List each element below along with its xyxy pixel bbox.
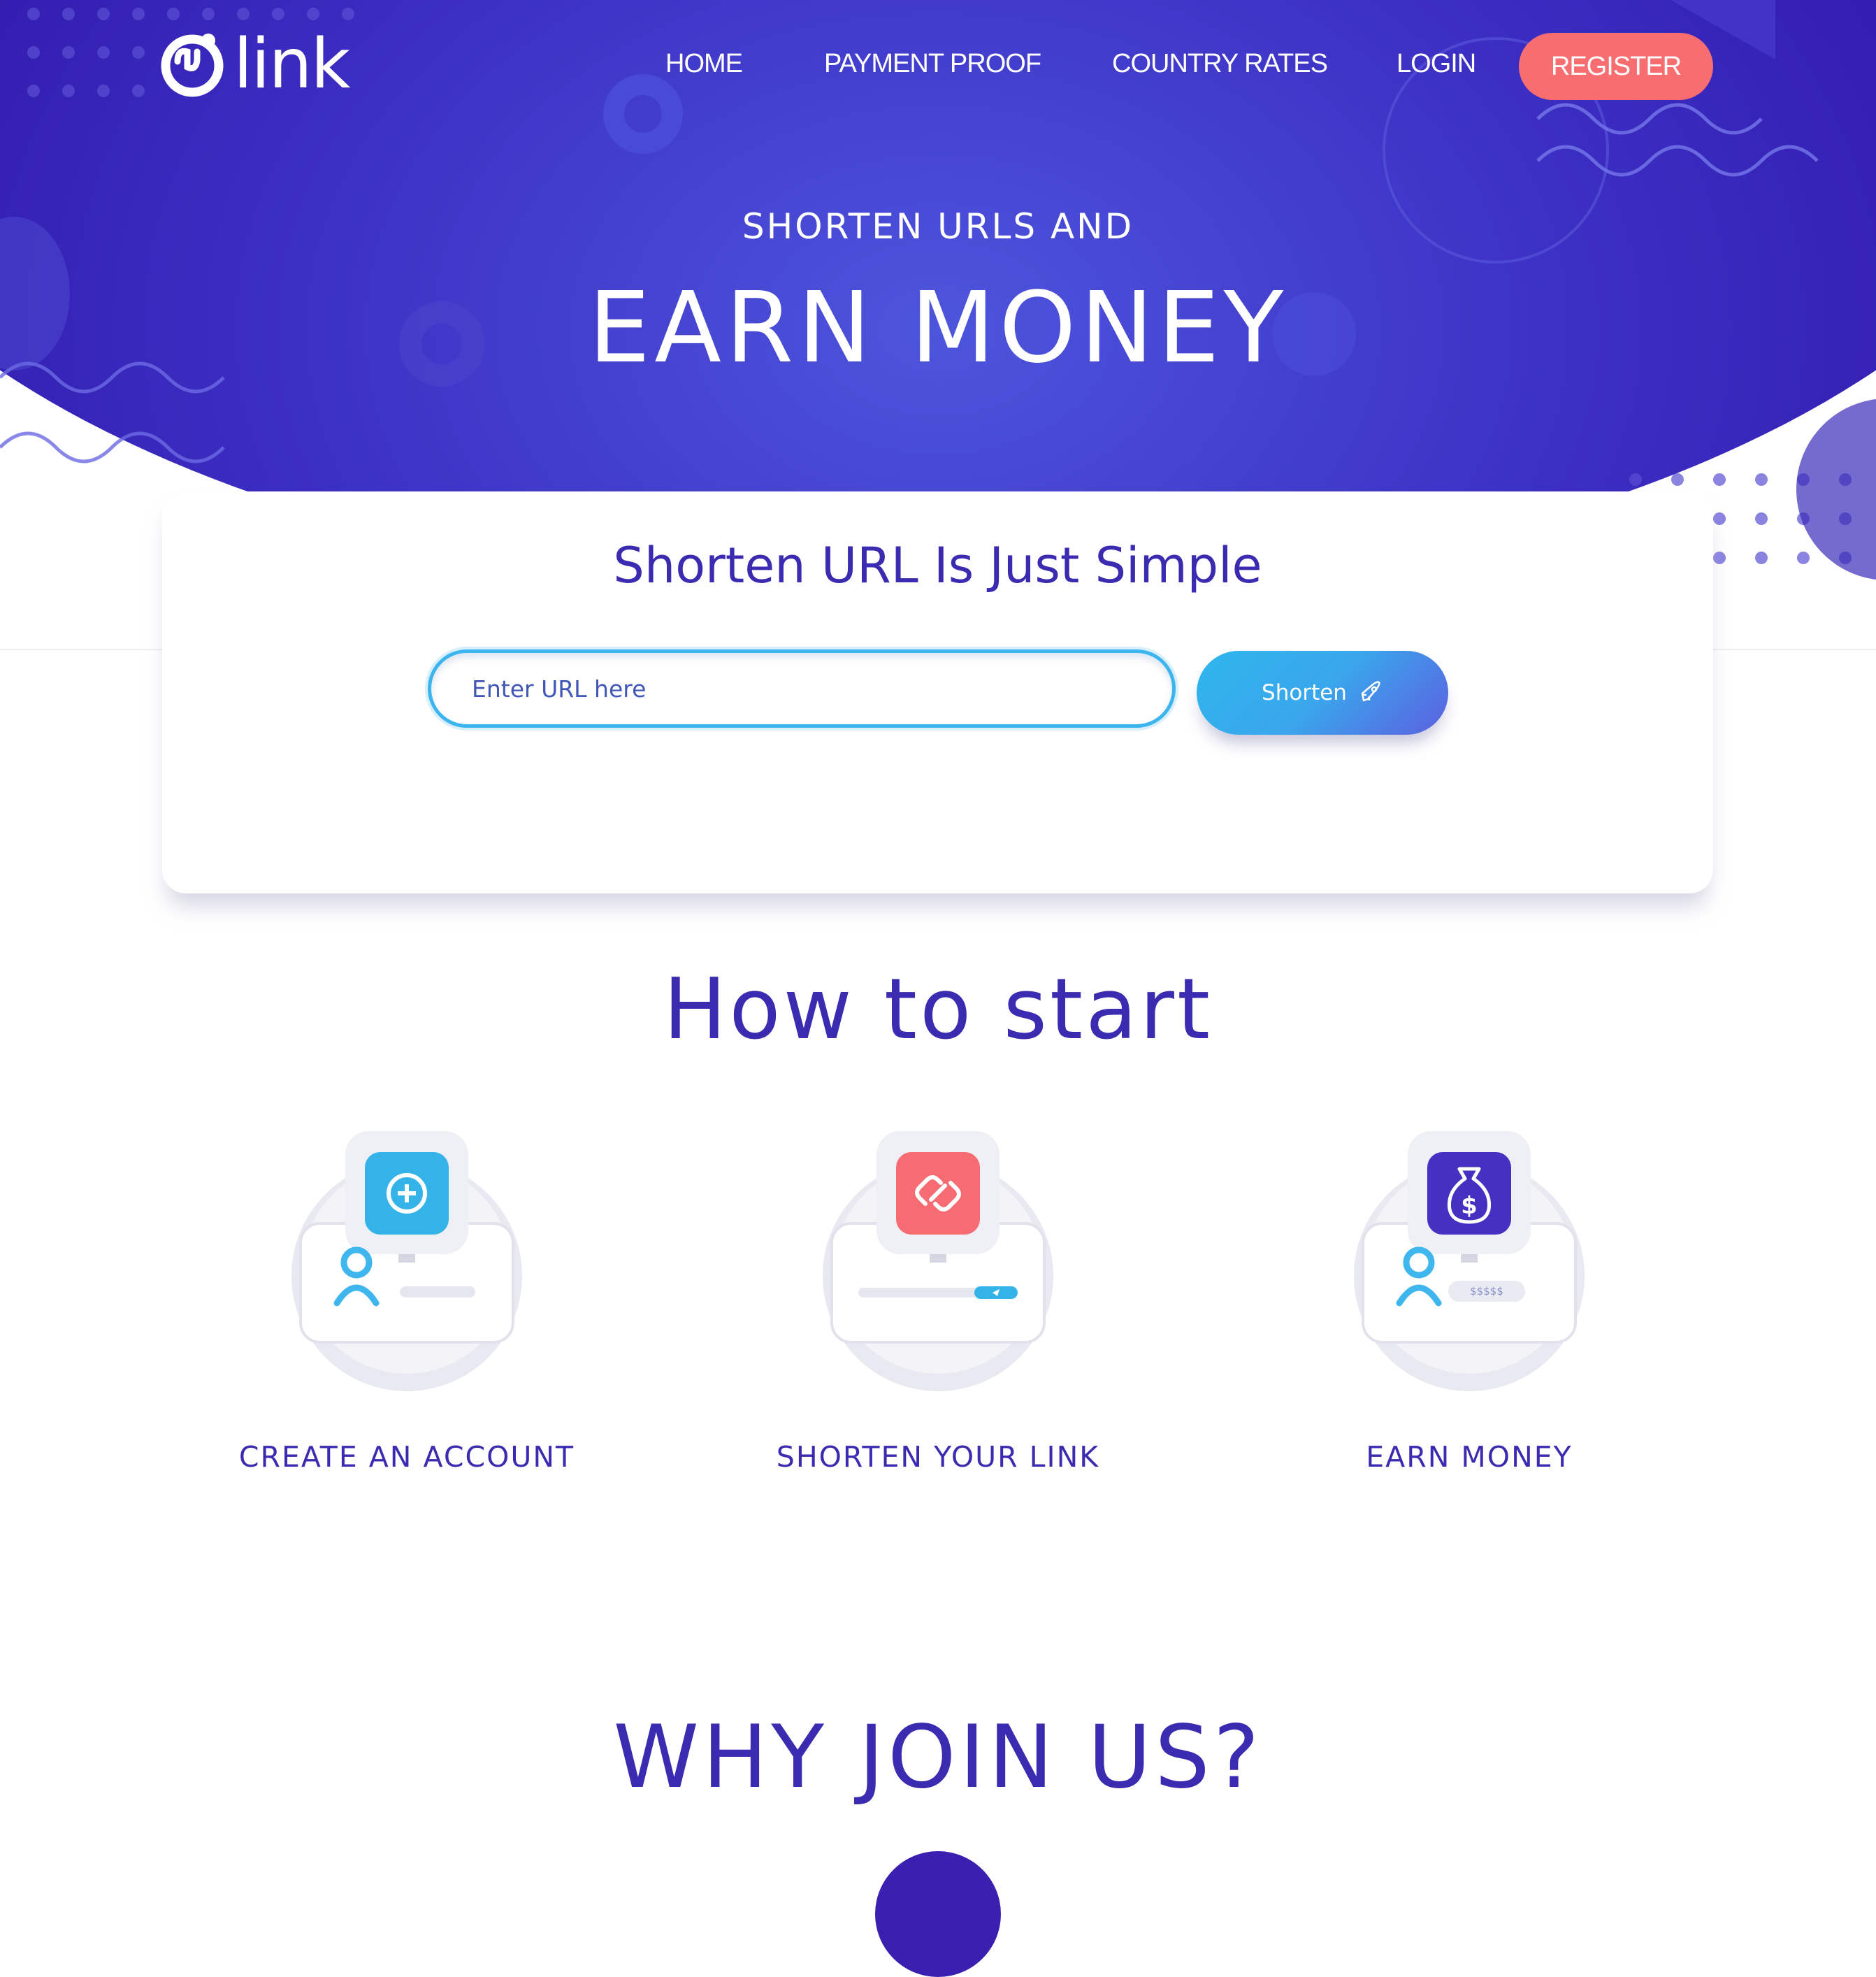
hero-title: EARN MONEY	[588, 271, 1288, 385]
step-shorten-link: SHORTEN YOUR LINK	[728, 1126, 1148, 1474]
step-label: CREATE AN ACCOUNT	[238, 1440, 575, 1474]
url-input[interactable]	[428, 649, 1176, 728]
logo-mark-icon	[161, 34, 224, 97]
chain-link-icon	[823, 1131, 1053, 1391]
rocket-icon	[1361, 681, 1380, 702]
why-join-us-icon-circle	[875, 1851, 1001, 1977]
step-create-account: CREATE AN ACCOUNT	[197, 1126, 616, 1474]
shorten-button-label: Shorten	[1262, 680, 1347, 705]
add-account-icon	[291, 1131, 522, 1391]
shorten-button[interactable]: Shorten	[1197, 651, 1448, 735]
shorten-card: Shorten URL Is Just Simple Shorten	[162, 491, 1713, 893]
logo-text: link	[233, 24, 350, 104]
nav-login[interactable]: LOGIN	[1397, 49, 1476, 79]
nav-payment-proof[interactable]: PAYMENT PROOF	[824, 49, 1041, 79]
shorten-card-title: Shorten URL Is Just Simple	[613, 537, 1262, 594]
nav-country-rates[interactable]: COUNTRY RATES	[1112, 49, 1328, 79]
step-label: SHORTEN YOUR LINK	[776, 1440, 1100, 1474]
earn-screen-text: $$$$$	[1470, 1285, 1503, 1297]
nav-home[interactable]: HOME	[665, 49, 743, 79]
how-to-start-title: How to start	[663, 961, 1213, 1058]
step-label: EARN MONEY	[1366, 1440, 1573, 1474]
hero-subtitle: SHORTEN URLS AND	[742, 206, 1134, 247]
svg-text:$: $	[1461, 1192, 1478, 1220]
register-button[interactable]: REGISTER	[1519, 33, 1713, 100]
why-join-us-title: WHY JOIN US?	[613, 1707, 1263, 1808]
logo[interactable]: link	[161, 24, 350, 104]
money-bag-icon: $	[1354, 1131, 1585, 1391]
step-earn-money: $ $$$$$ EARN MONEY	[1260, 1126, 1679, 1474]
